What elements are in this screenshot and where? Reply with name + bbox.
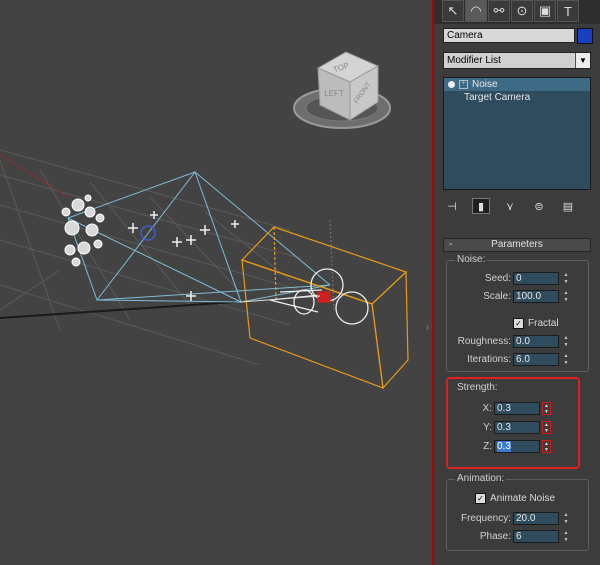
strength-z-spinner-icon[interactable]: ▲ ▼ [542, 440, 551, 453]
iterations-spinner-icon[interactable]: ▲ ▼ [562, 353, 570, 366]
modify-tab-icon[interactable]: ◠ [465, 0, 487, 22]
seed-spinner-icon[interactable]: ▲ ▼ [562, 272, 570, 285]
collapse-icon[interactable]: - [449, 239, 452, 251]
modifier-stack: + Noise Target Camera [443, 77, 591, 190]
animate-noise-label: Animate Noise [490, 493, 556, 504]
noise-group-label: Noise: [455, 254, 488, 265]
make-unique-icon[interactable]: ⋎ [501, 198, 519, 214]
create-tab-icon[interactable]: ↖ [442, 0, 464, 22]
strength-group-label: Strength: [455, 382, 500, 393]
lightbulb-icon[interactable] [448, 80, 455, 88]
roughness-spinner-icon[interactable]: ▲ ▼ [562, 335, 570, 348]
phase-label: Phase: [479, 531, 511, 542]
panel-collapse-arrow-icon[interactable]: › [426, 322, 429, 332]
roughness-input[interactable]: 0.0 [513, 335, 559, 348]
noise-particles [61, 194, 105, 267]
x-axis-line [0, 301, 236, 319]
seed-input[interactable]: 0 [513, 272, 559, 285]
stack-toolbar: ⊣ ▮ ⋎ ⊜ ▤ [443, 196, 591, 216]
dropdown-arrow-icon[interactable]: ▼ [575, 53, 590, 68]
motion-tab-icon[interactable]: ⊙ [511, 0, 533, 22]
animation-group-label: Animation: [455, 473, 507, 484]
command-panel: ↖ ◠ ⚯ ⊙ ▣ T Camera Modifier List ▼ + Nois… [434, 0, 600, 565]
frequency-input[interactable]: 20.0 [513, 512, 559, 525]
display-tab-icon[interactable]: ▣ [534, 0, 556, 22]
configure-modifier-sets-icon[interactable]: ▤ [559, 198, 577, 214]
red-axis-line [0, 154, 71, 199]
strength-x-input[interactable]: 0.3 [494, 402, 540, 415]
scale-label: Scale: [483, 291, 511, 302]
strength-y-spinner-icon[interactable]: ▲ ▼ [542, 421, 551, 434]
viewport-scene: TOP LEFT FRONT [0, 51, 409, 390]
strength-x-label: X: [482, 403, 492, 414]
camera-target-line [239, 295, 321, 303]
strength-y-label: Y: [483, 422, 492, 433]
stack-item-target-camera[interactable]: Target Camera [444, 91, 590, 104]
seed-label: Seed: [484, 273, 511, 284]
modifier-list-dropdown[interactable]: Modifier List ▼ [443, 52, 591, 69]
modifier-list-label: Modifier List [447, 55, 501, 66]
strength-z-input[interactable]: 0.3 [494, 440, 540, 453]
roughness-label: Roughness: [457, 336, 511, 347]
expand-icon[interactable]: + [459, 79, 468, 89]
strength-z-label: Z: [483, 441, 492, 452]
frequency-label: Frequency: [460, 513, 511, 524]
phase-input[interactable]: 6 [513, 530, 559, 543]
rollout-title: Parameters [491, 239, 543, 250]
viewcube[interactable]: TOP LEFT FRONT [293, 51, 391, 129]
iterations-label: Iterations: [467, 354, 511, 365]
phase-spinner-icon[interactable]: ▲ ▼ [562, 530, 570, 543]
parameters-rollout-header[interactable]: - Parameters [443, 238, 591, 252]
scale-spinner-icon[interactable]: ▲ ▼ [562, 290, 570, 303]
stack-item-label: Noise [472, 79, 498, 90]
utilities-tab-icon[interactable]: T [557, 0, 579, 22]
stack-item-noise[interactable]: + Noise [444, 78, 590, 91]
scale-input[interactable]: 100.0 [513, 290, 559, 303]
hierarchy-tab-icon[interactable]: ⚯ [488, 0, 510, 22]
object-color-swatch[interactable] [577, 28, 593, 44]
remove-modifier-icon[interactable]: ⊜ [530, 198, 548, 214]
fractal-label: Fractal [528, 318, 559, 329]
target-markers [128, 211, 239, 301]
pin-stack-icon[interactable]: ⊣ [443, 198, 461, 214]
selection-bounding-box [240, 226, 409, 390]
strength-y-input[interactable]: 0.3 [494, 421, 540, 434]
strength-z-value: 0.3 [497, 441, 511, 452]
object-name-field[interactable]: Camera [443, 28, 575, 43]
command-panel-tabs: ↖ ◠ ⚯ ⊙ ▣ T [434, 0, 600, 24]
viewcube-left-face: LEFT [324, 89, 344, 98]
animate-noise-checkbox[interactable]: ✓ [475, 493, 486, 504]
frequency-spinner-icon[interactable]: ▲ ▼ [562, 512, 570, 525]
perspective-viewport[interactable]: TOP LEFT FRONT › [0, 0, 432, 565]
strength-x-spinner-icon[interactable]: ▲ ▼ [542, 402, 551, 415]
fractal-checkbox[interactable]: ✓ [513, 318, 524, 329]
stack-item-label: Target Camera [464, 92, 531, 103]
iterations-input[interactable]: 6.0 [513, 353, 559, 366]
show-end-result-icon[interactable]: ▮ [472, 198, 490, 214]
